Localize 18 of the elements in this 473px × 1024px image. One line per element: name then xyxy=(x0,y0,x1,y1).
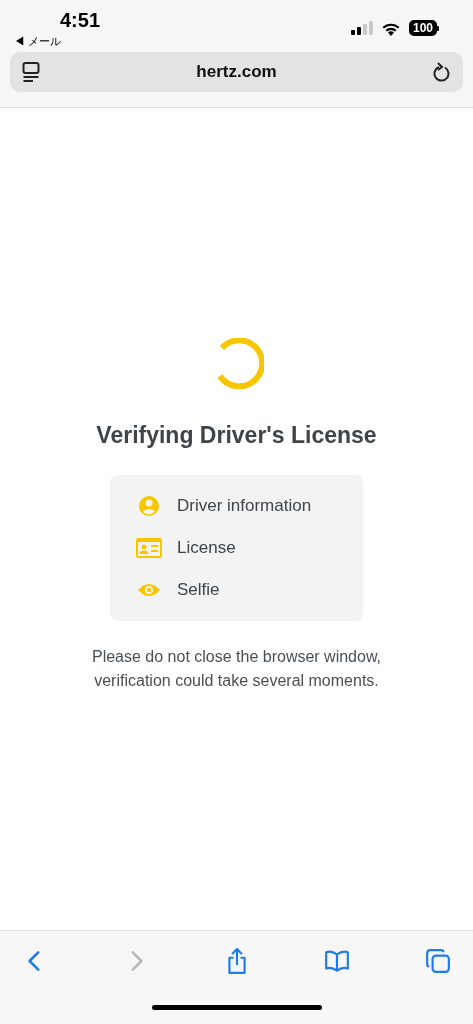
person-icon xyxy=(138,494,160,517)
back-to-app-link[interactable]: ◀ メール xyxy=(14,34,101,48)
reload-icon[interactable] xyxy=(433,62,451,82)
open-book-icon[interactable] xyxy=(324,948,351,974)
signal-icon xyxy=(350,21,373,35)
step-label: Selfie xyxy=(177,578,220,601)
page-title: Verifying Driver's License xyxy=(96,421,377,450)
address-bar[interactable]: hertz.com xyxy=(10,52,463,92)
url-text: hertz.com xyxy=(196,61,277,84)
clock-time: 4:51 xyxy=(60,8,101,32)
step-label: Driver information xyxy=(177,494,312,517)
battery-level: 100 xyxy=(408,20,437,36)
page-menu-icon[interactable] xyxy=(22,62,40,82)
instruction-text: Please do not close the browser window, verification could take several moments. xyxy=(90,646,383,691)
tabs-icon[interactable] xyxy=(425,948,451,974)
eye-icon xyxy=(137,581,161,598)
step-label: License xyxy=(177,536,236,559)
id-card-icon xyxy=(136,537,162,558)
